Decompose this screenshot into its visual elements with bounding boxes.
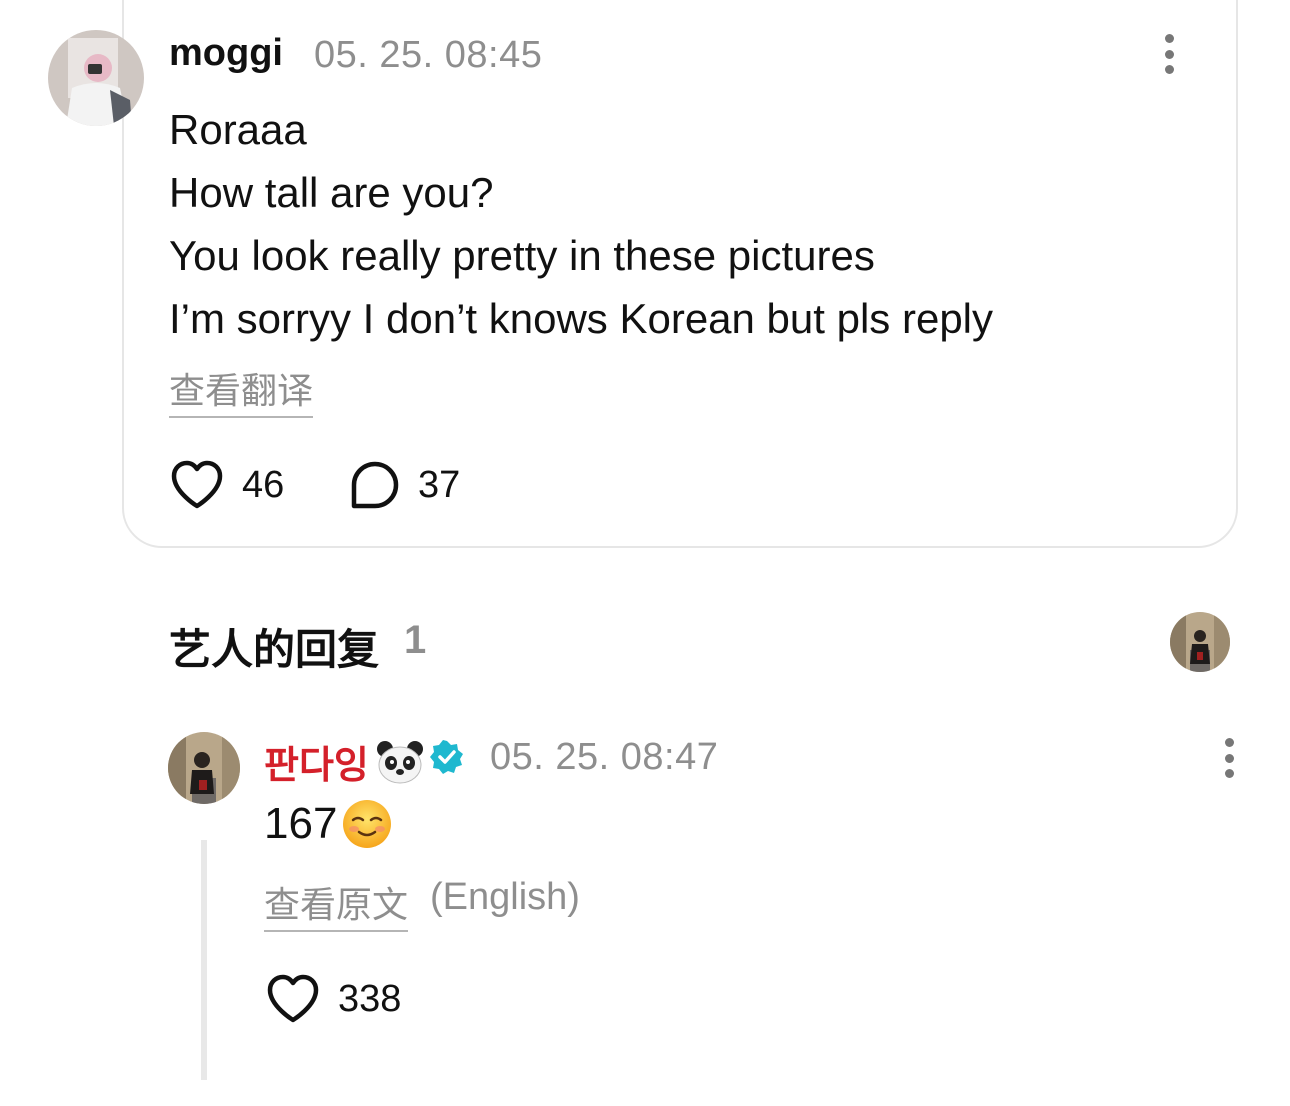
- artist-replies-count: 1: [404, 618, 427, 662]
- more-options-icon[interactable]: [1223, 738, 1235, 778]
- heart-icon: [171, 460, 223, 509]
- username[interactable]: moggi: [169, 32, 283, 75]
- artist-avatar[interactable]: [1170, 612, 1230, 672]
- comment-line: Roraaa: [169, 106, 307, 153]
- comment-body: Roraaa How tall are you? You look really…: [169, 98, 993, 350]
- see-translation-link[interactable]: 查看翻译: [169, 362, 314, 418]
- reply-text: 167: [264, 799, 338, 848]
- panda-emoji: [376, 740, 423, 783]
- avatar[interactable]: [168, 732, 240, 804]
- comment-icon: [351, 461, 399, 509]
- verified-icon: [430, 740, 463, 774]
- artist-replies-title: 艺人的回复: [169, 626, 380, 673]
- original-language: (English): [430, 876, 580, 918]
- like-button[interactable]: 338: [266, 974, 401, 1024]
- like-count: 46: [242, 463, 285, 506]
- comment-line: How tall are you?: [169, 169, 494, 216]
- thread-line: [201, 840, 207, 1080]
- artist-username[interactable]: 판다잉: [264, 734, 425, 789]
- comment-button[interactable]: 37: [350, 460, 460, 510]
- timestamp: 05. 25. 08:45: [314, 34, 543, 76]
- avatar[interactable]: [48, 30, 144, 126]
- comment-count: 37: [418, 463, 461, 506]
- artist-username-text: 판다잉: [264, 745, 369, 787]
- like-button[interactable]: 46: [170, 460, 284, 510]
- comment-line: I’m sorryy I don’t knows Korean but pls …: [169, 295, 994, 342]
- more-options-icon[interactable]: [1163, 34, 1175, 74]
- heart-icon: [267, 974, 319, 1023]
- reply-body: 167: [264, 798, 393, 850]
- like-count: 338: [338, 977, 402, 1020]
- smiling-emoji: [343, 800, 392, 848]
- see-original-link[interactable]: 查看原文: [264, 876, 409, 932]
- comment-line: You look really pretty in these pictures: [169, 232, 875, 279]
- timestamp: 05. 25. 08:47: [490, 736, 719, 778]
